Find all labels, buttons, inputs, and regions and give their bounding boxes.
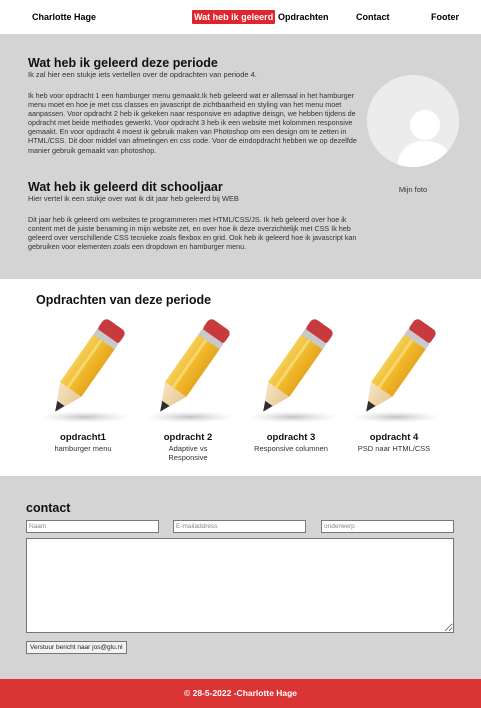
year-subtitle: Hier vertel ik een stukje over wat ik di… xyxy=(28,194,239,203)
learned-section: Wat heb ik geleerd deze periode Ik zal h… xyxy=(0,34,481,279)
page-footer: © 28-5-2022 -Charlotte Hage xyxy=(0,679,481,708)
profile-photo xyxy=(367,75,459,167)
nav-link-opdrachten[interactable]: Opdrachten xyxy=(278,12,329,22)
assignment-card-2[interactable]: opdracht 2 Adaptive vs Responsive xyxy=(138,309,238,462)
year-body: Dit jaar heb ik geleerd om websites te p… xyxy=(28,215,357,252)
assignment-title: opdracht1 xyxy=(60,432,106,443)
contact-section: contact Verstuur bericht naar jos@glu.nl xyxy=(0,476,481,679)
pencil-icon xyxy=(33,309,133,429)
photo-caption: Mijn foto xyxy=(398,185,428,194)
pencil-icon xyxy=(344,309,444,429)
period-body: Ik heb voor opdracht 1 een hamburger men… xyxy=(28,91,357,155)
assignment-desc: hamburger menu xyxy=(54,444,112,453)
assignment-card-1[interactable]: opdracht1 hamburger menu xyxy=(33,309,133,453)
assignment-card-3[interactable]: opdracht 3 Responsive columnen xyxy=(241,309,341,453)
assignment-title: opdracht 2 xyxy=(163,432,213,443)
name-input[interactable] xyxy=(26,520,159,533)
nav-link-wat-heb-ik-geleerd[interactable]: Wat heb ik geleerd xyxy=(192,10,276,24)
nav-link-contact[interactable]: Contact xyxy=(356,12,390,22)
assignment-desc: PSD naar HTML/CSS xyxy=(357,444,431,453)
send-message-button[interactable]: Verstuur bericht naar jos@glu.nl xyxy=(26,641,127,654)
brand-link[interactable]: Charlotte Hage xyxy=(32,12,96,22)
assignment-card-4[interactable]: opdracht 4 PSD naar HTML/CSS xyxy=(344,309,444,453)
nav-link-footer[interactable]: Footer xyxy=(431,12,459,22)
email-input[interactable] xyxy=(173,520,306,533)
message-textarea[interactable] xyxy=(26,538,454,633)
assignment-title: opdracht 4 xyxy=(369,432,419,443)
assignment-desc: Adaptive vs Responsive xyxy=(168,444,208,462)
top-navigation: Charlotte Hage Wat heb ik geleerd Opdrac… xyxy=(0,0,481,34)
assignments-section: Opdrachten van deze periode opdracht1 ha… xyxy=(0,279,481,476)
pencil-icon xyxy=(241,309,341,429)
assignment-desc: Responsive columnen xyxy=(254,444,328,453)
user-placeholder-icon xyxy=(367,75,459,167)
assignment-title: opdracht 3 xyxy=(266,432,316,443)
pencil-icon xyxy=(138,309,238,429)
year-heading: Wat heb ik geleerd dit schooljaar xyxy=(28,180,223,194)
subject-input[interactable] xyxy=(321,520,454,533)
contact-heading: contact xyxy=(26,501,71,515)
footer-copyright: © 28-5-2022 -Charlotte Hage xyxy=(183,688,298,698)
period-subtitle: Ik zal hier een stukje iets vertellen ov… xyxy=(28,70,257,79)
assignments-heading: Opdrachten van deze periode xyxy=(36,293,212,307)
period-heading: Wat heb ik geleerd deze periode xyxy=(28,56,218,70)
